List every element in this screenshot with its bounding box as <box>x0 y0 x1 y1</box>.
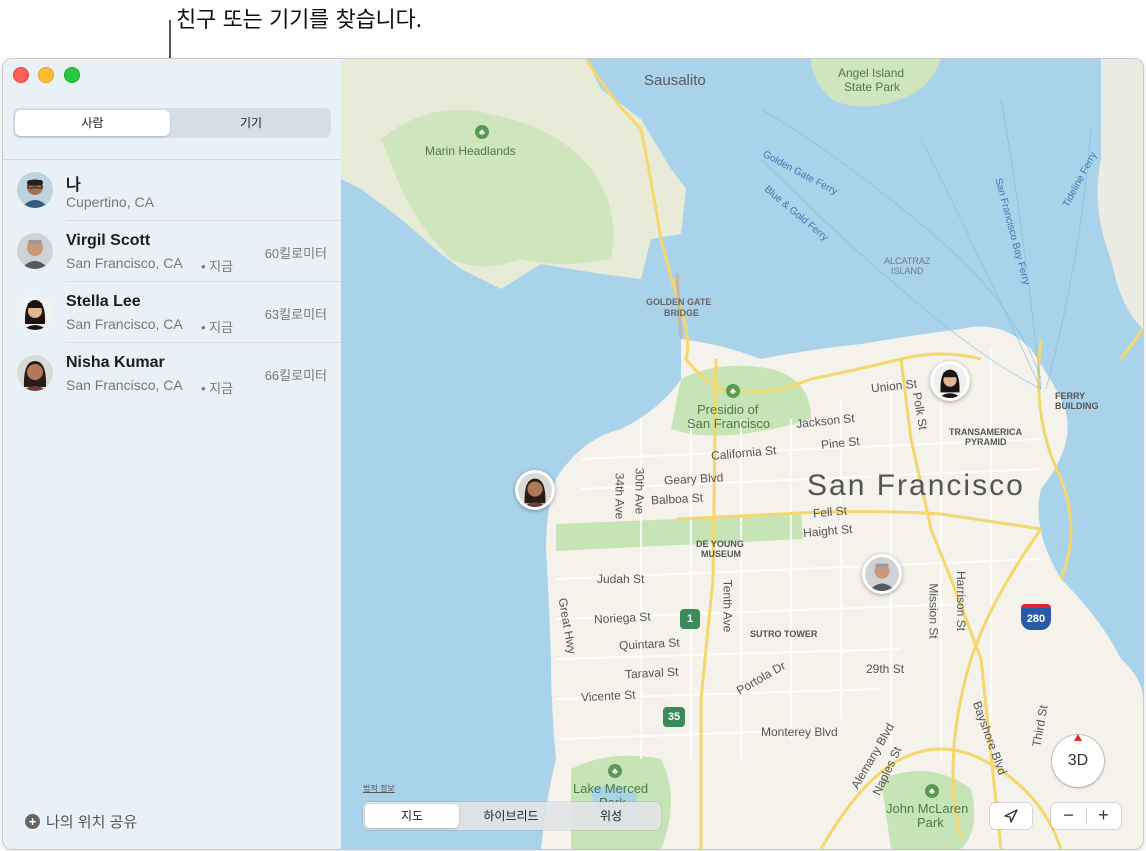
map-label-golden-gate-bridge: GOLDEN GATE <box>646 297 712 307</box>
map-label-29th-st: 29th St <box>866 662 905 676</box>
map-label-taraval-st: Taraval St <box>624 664 679 682</box>
map-label-harrison-st: Harrison St <box>954 570 969 632</box>
person-distance: 63킬로미터 <box>264 307 327 322</box>
tree-icon: ♣ <box>608 764 622 778</box>
person-name: Stella Lee <box>66 293 141 310</box>
tab-people[interactable]: 사람 <box>15 110 170 136</box>
map-label-golden-gate-bridge-2: BRIDGE <box>664 308 700 318</box>
person-time: • 지금 <box>201 320 234 335</box>
tree-icon: ♣ <box>475 125 489 139</box>
person-name: Nisha Kumar <box>66 354 165 371</box>
map-label-transamerica-2: PYRAMID <box>965 437 1007 447</box>
map-label-presidio-2: San Francisco <box>687 416 771 431</box>
plus-circle-icon: + <box>25 814 40 829</box>
person-time: • 지금 <box>201 259 234 274</box>
map-label-balboa-st: Balboa St <box>650 490 704 508</box>
map-label-de-young: DE YOUNG <box>696 539 744 549</box>
map-label-alcatraz-2: ISLAND <box>891 266 924 276</box>
map-label-mission-st: Mission St <box>926 583 941 639</box>
person-time: • 지금 <box>201 381 234 396</box>
zoom-out-button[interactable]: − <box>1051 803 1086 829</box>
map-label-judah-st: Judah St <box>597 572 645 586</box>
map-pin-nisha-kumar[interactable] <box>515 470 555 510</box>
list-item-stella-lee[interactable]: Stella Lee San Francisco, CA • 지금 63킬로미터 <box>3 282 341 343</box>
avatar <box>17 294 53 330</box>
zoom-control: − + <box>1051 803 1121 829</box>
map-label-alcatraz: ALCATRAZ <box>884 256 931 266</box>
map-label-30th-ave: 30th Ave <box>632 467 647 515</box>
person-distance: 60킬로미터 <box>264 246 327 261</box>
map-mode-satellite[interactable]: 위성 <box>563 804 659 828</box>
people-devices-tabs: 사람 기기 <box>13 108 331 138</box>
list-item-me[interactable]: 나 Cupertino, CA <box>3 160 341 221</box>
person-location: San Francisco, CA <box>66 377 183 393</box>
map-view[interactable]: Sausalito Angel Island State Park Marin … <box>341 59 1143 849</box>
share-location-label: 나의 위치 공유 <box>46 814 138 831</box>
zoom-in-button[interactable]: + <box>1086 803 1121 829</box>
avatar <box>17 233 53 269</box>
map-label-34th-ave: 34th Ave <box>612 472 627 520</box>
map-label-monterey-blvd: Monterey Blvd <box>761 725 838 739</box>
map-label-transamerica: TRANSAMERICA <box>949 427 1022 437</box>
avatar <box>865 557 899 591</box>
person-distance: 66킬로미터 <box>264 368 327 383</box>
close-window-button[interactable] <box>13 67 29 83</box>
interstate-280-shield: 280 <box>1021 604 1051 630</box>
tree-icon: ♣ <box>726 384 740 398</box>
person-name: 나 <box>66 177 81 194</box>
map-mode-standard[interactable]: 지도 <box>365 804 459 828</box>
person-name: Virgil Scott <box>66 232 151 249</box>
zoom-window-button[interactable] <box>64 67 80 83</box>
location-arrow-icon <box>1004 809 1018 823</box>
current-location-button[interactable] <box>990 803 1032 829</box>
find-my-window: 사람 기기 나 Cupertino, CA Virgil Scott San F… <box>2 58 1144 850</box>
legal-link[interactable]: 법적 정보 <box>363 783 395 794</box>
map-label-tenth-ave: Tenth Ave <box>720 579 735 633</box>
map-label-angel-island-2: State Park <box>844 80 901 94</box>
map-label-lake-merced: Lake Merced <box>573 781 649 796</box>
map-label-vicente-st: Vicente St <box>580 687 636 705</box>
list-item-virgil-scott[interactable]: Virgil Scott San Francisco, CA • 지금 60킬로… <box>3 221 341 282</box>
avatar <box>933 364 967 398</box>
map-label-sutro-tower: SUTRO TOWER <box>750 629 818 639</box>
list-item-nisha-kumar[interactable]: Nisha Kumar San Francisco, CA • 지금 66킬로미… <box>3 343 341 404</box>
map-label-fell-st: Fell St <box>812 503 848 521</box>
map-mode-hybrid[interactable]: 하이브리드 <box>461 804 561 828</box>
map-label-presidio: Presidio of <box>697 402 759 417</box>
minimize-window-button[interactable] <box>38 67 54 83</box>
map-label-john-mclaren: John McLaren <box>886 801 969 816</box>
map-label-angel-island: Angel Island <box>838 66 905 80</box>
map-mode-control: 지도 하이브리드 위성 <box>363 802 661 830</box>
share-location-button[interactable]: + 나의 위치 공유 <box>25 811 137 832</box>
map-pin-stella-lee[interactable] <box>930 361 970 401</box>
map-label-ferry-building: FERRY <box>1055 391 1086 401</box>
avatar <box>17 355 53 391</box>
callout-text: 친구 또는 기기를 찾습니다. <box>176 8 423 33</box>
map-label-marin-headlands: Marin Headlands <box>425 144 516 158</box>
highway-1-shield: 1 <box>680 609 700 629</box>
avatar <box>17 172 53 208</box>
person-location: Cupertino, CA <box>66 194 154 210</box>
compass-3d-label: 3D <box>1067 752 1089 769</box>
tab-devices[interactable]: 기기 <box>173 110 329 136</box>
person-location: San Francisco, CA <box>66 316 183 332</box>
map-label-san-francisco: San Francisco <box>807 469 1025 502</box>
compass-3d-button[interactable]: 3D <box>1052 734 1104 787</box>
map-label-ferry-building-2: BUILDING <box>1055 401 1099 411</box>
tree-icon: ♣ <box>925 784 939 798</box>
avatar <box>518 473 552 507</box>
highway-35-shield: 35 <box>663 707 685 727</box>
map-label-de-young-2: MUSEUM <box>701 549 741 559</box>
sidebar: 사람 기기 나 Cupertino, CA Virgil Scott San F… <box>3 59 342 849</box>
map-pin-virgil-scott[interactable] <box>862 554 902 594</box>
map-label-john-mclaren-2: Park <box>917 815 944 830</box>
map-label-noriega-st: Noriega St <box>593 609 652 627</box>
person-location: San Francisco, CA <box>66 255 183 271</box>
map-label-sausalito: Sausalito <box>644 72 706 89</box>
